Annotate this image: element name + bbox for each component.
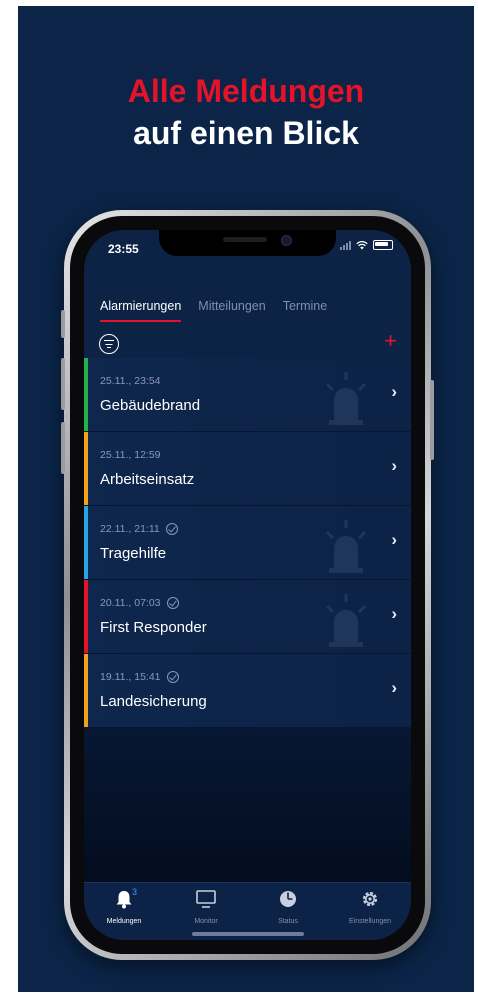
alert-title: Tragehilfe [100,545,167,562]
tab-termine[interactable]: Termine [283,299,327,322]
chevron-right-icon: › [391,530,397,549]
alert-title: Landesicherung [100,693,207,710]
monitor-icon [196,890,216,908]
category-bar [84,358,88,431]
siren-icon [325,594,367,647]
gear-icon [362,891,378,907]
alert-row[interactable]: 25.11., 23:54 Gebäudebrand › [84,358,411,432]
siren-icon [325,520,367,573]
volume-down-button [61,422,65,474]
headline-line-2: auf einen Blick [133,115,359,151]
alert-meta: 25.11., 23:54 [100,375,161,387]
filter-icon[interactable] [99,334,119,354]
phone-frame: 23:55 Alarmierungen Mitteilungen Termine… [61,210,434,960]
chevron-right-icon: › [391,604,397,623]
signal-icon [340,240,351,250]
alert-datetime: 19.11., 15:41 [100,671,161,683]
alert-meta: 20.11., 07:03 [100,597,179,609]
battery-icon [373,240,393,250]
alert-meta: 19.11., 15:41 [100,671,179,683]
alert-row[interactable]: 19.11., 15:41 Landesicherung › [84,654,411,728]
camera [281,235,292,246]
tabbar-label: Einstellungen [348,918,392,925]
status-icons [340,240,393,250]
alert-datetime: 22.11., 21:11 [100,523,160,535]
alert-datetime: 25.11., 23:54 [100,375,161,387]
home-indicator[interactable] [192,932,304,936]
alert-title: First Responder [100,619,207,636]
pie-icon [280,891,296,907]
alert-datetime: 20.11., 07:03 [100,597,161,609]
tab-alarmierungen[interactable]: Alarmierungen [100,299,182,322]
list-empty-area [84,727,411,882]
alert-title: Arbeitseinsatz [100,471,195,488]
tabbar-item-einstellungen[interactable]: Einstellungen [330,889,410,925]
tabbar-item-monitor[interactable]: Monitor [166,889,246,925]
promo-headline: Alle Meldungen auf einen Blick [18,70,474,154]
check-circle-icon [166,671,179,683]
tabbar-label: Meldungen [106,918,142,925]
chevron-right-icon: › [391,456,397,475]
wifi-icon [356,240,368,250]
bell-icon [116,891,132,909]
tabbar-label: Monitor [194,918,218,925]
notification-badge: 3 [132,887,138,897]
tabbar-label: Status [278,918,298,925]
alert-meta: 25.11., 12:59 [100,449,161,461]
check-circle-icon [166,597,179,609]
alert-row[interactable]: 20.11., 07:03 First Responder › [84,580,411,654]
notch [159,230,336,256]
power-button [430,380,434,460]
alert-meta: 22.11., 21:11 [100,523,178,535]
status-time: 23:55 [108,242,139,256]
tabbar-item-meldungen[interactable]: 3 Meldungen [84,887,164,925]
category-bar [84,432,88,505]
tab-mitteilungen[interactable]: Mitteilungen [198,299,265,322]
category-bar [84,506,88,579]
alert-title: Gebäudebrand [100,397,201,414]
siren-icon [325,372,367,425]
chevron-right-icon: › [391,678,397,697]
chevron-right-icon: › [391,382,397,401]
alert-row[interactable]: 22.11., 21:11 Tragehilfe › [84,506,411,580]
alert-list: 25.11., 23:54 Gebäudebrand › 25.11., 12:… [84,358,411,728]
mute-switch [61,310,65,338]
alert-row[interactable]: 25.11., 12:59 Arbeitseinsatz › [84,432,411,506]
add-button[interactable]: + [384,330,397,352]
headline-line-1: Alle Meldungen [127,73,365,109]
alert-datetime: 25.11., 12:59 [100,449,161,461]
category-bar [84,654,88,727]
phone-screen: 23:55 Alarmierungen Mitteilungen Termine… [84,230,411,940]
speaker [223,237,267,242]
category-bar [84,580,88,653]
check-circle-icon [165,523,178,535]
tabbar-item-status[interactable]: Status [248,889,328,925]
segment-tabs: Alarmierungen Mitteilungen Termine [100,299,344,322]
volume-up-button [61,358,65,410]
